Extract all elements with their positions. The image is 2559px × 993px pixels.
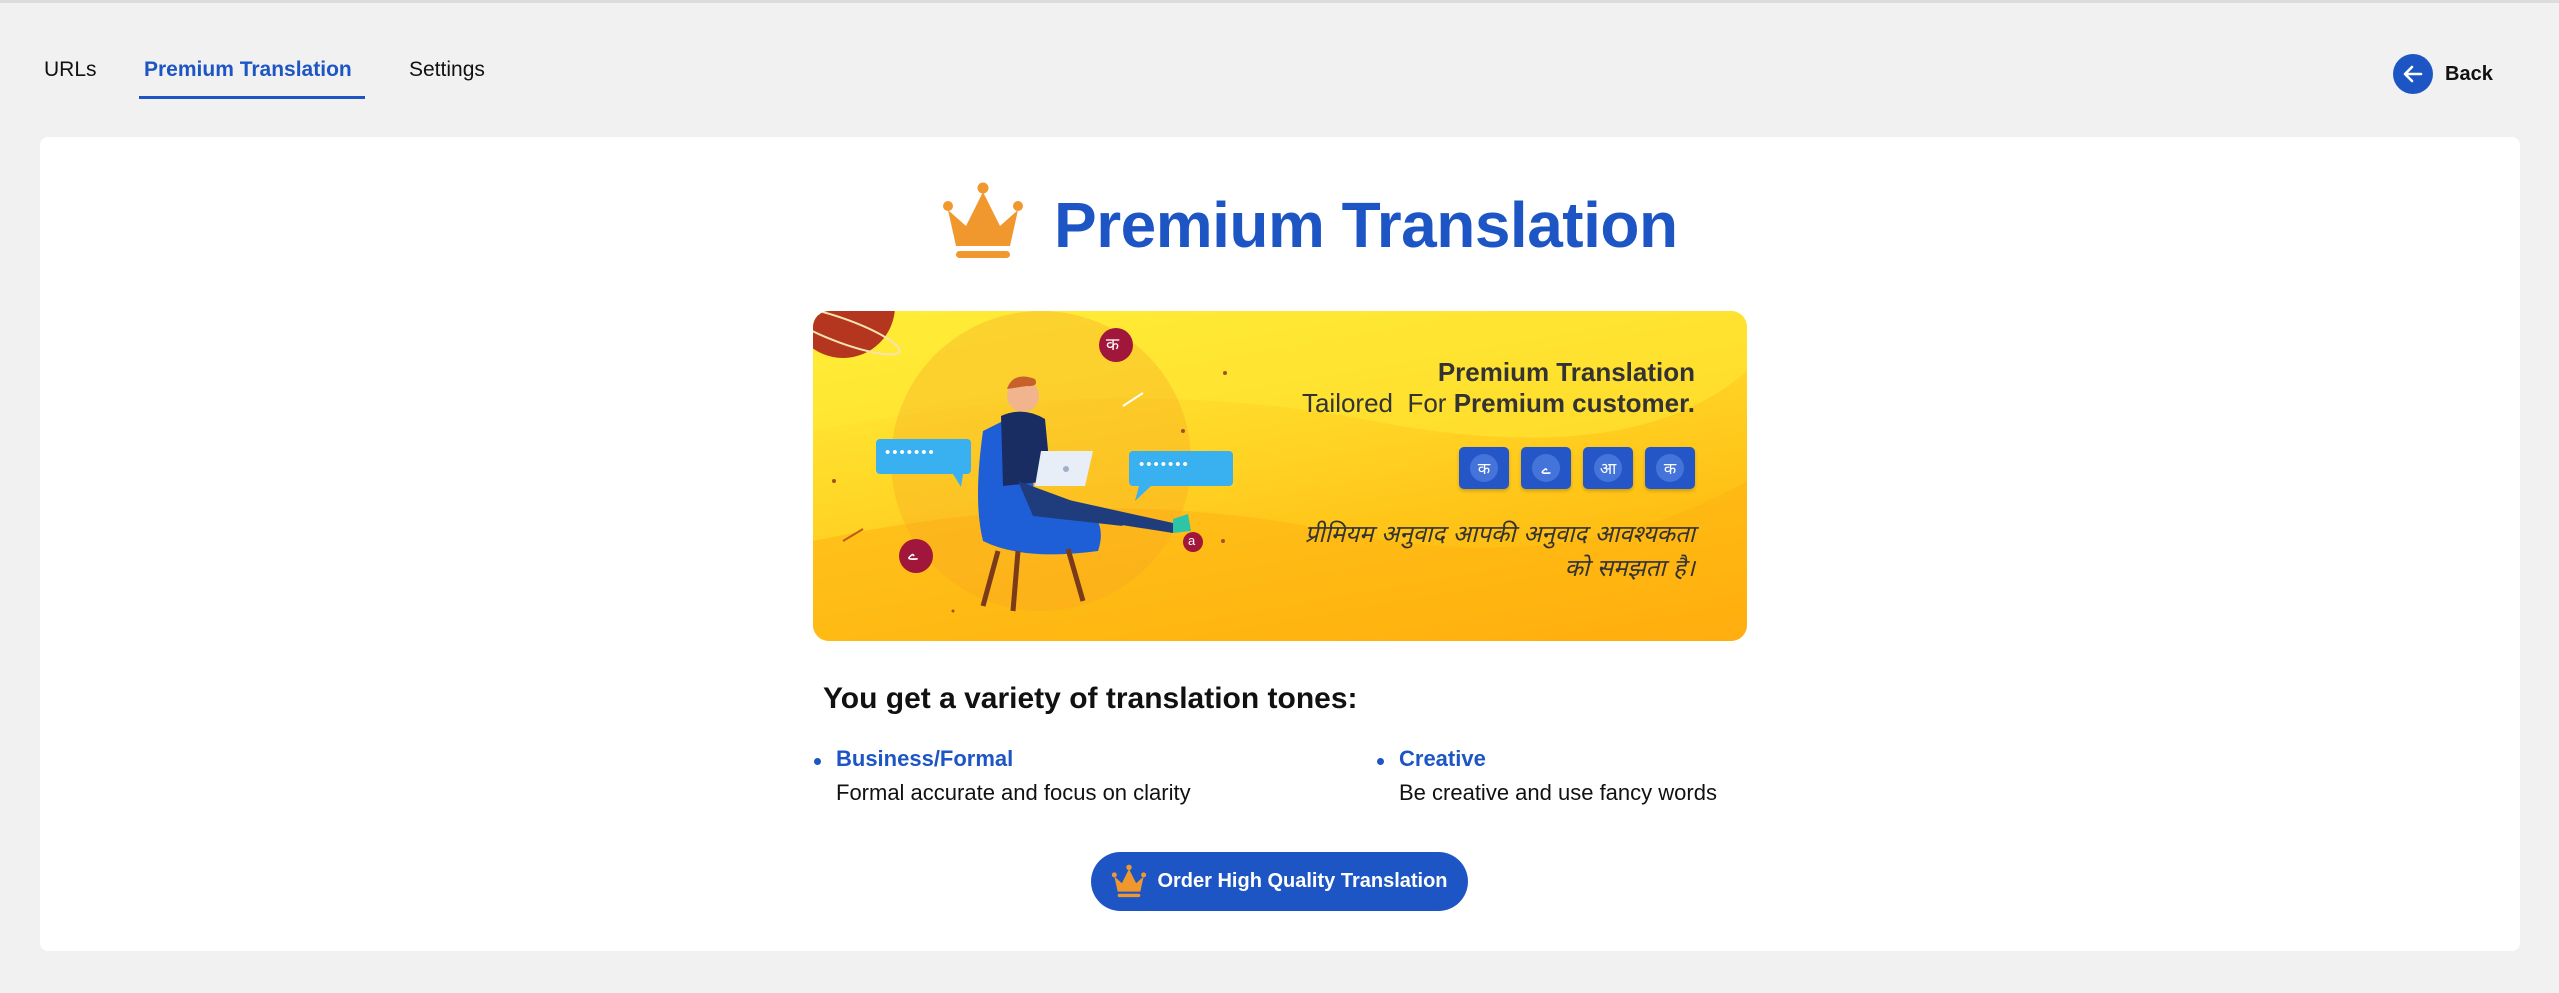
- orb-left-glyph: ے: [908, 545, 918, 565]
- chip-glyph: आ: [1594, 454, 1622, 482]
- language-chips: क ے आ क: [1459, 447, 1695, 489]
- back-button[interactable]: Back: [2393, 54, 2493, 94]
- back-label: Back: [2445, 62, 2493, 85]
- bullet: [814, 758, 821, 765]
- banner-heading: Premium Translation: [1437, 357, 1695, 387]
- tones-heading: You get a variety of translation tones:: [823, 682, 1358, 715]
- tab-urls[interactable]: URLs: [44, 58, 97, 82]
- window-top-border: [0, 0, 2559, 3]
- tab-premium-translation[interactable]: Premium Translation: [144, 58, 352, 82]
- feature-description: Be creative and use fancy words: [1399, 780, 1717, 805]
- crown-icon: [943, 182, 1023, 258]
- chip-glyph: ے: [1532, 454, 1560, 482]
- page-header: Premium Translation: [940, 180, 1678, 270]
- bubble-right-dots: •••••••: [1139, 456, 1190, 473]
- banner-tagline-bold: Premium customer.: [1453, 388, 1695, 418]
- chip-glyph: क: [1470, 454, 1498, 482]
- order-translation-button[interactable]: Order High Quality Translation: [1091, 852, 1468, 911]
- language-chip: क: [1459, 447, 1509, 489]
- banner-hindi-text: प्रीमियम अनुवाद आपकी अनुवाद आवश्यकता को …: [1304, 520, 1695, 582]
- banner-tagline: Tailored For Premium customer.: [1302, 388, 1695, 419]
- active-tab-indicator: [139, 96, 365, 99]
- premium-banner: क ے a ••••••• ••••••• Premium Translatio…: [813, 311, 1747, 641]
- language-chip: आ: [1583, 447, 1633, 489]
- crown-icon: [1112, 864, 1147, 897]
- page-title: Premium Translation: [1054, 189, 1678, 261]
- banner-tagline-prefix: Tailored For: [1301, 388, 1454, 418]
- feature-title: Business/Formal: [836, 746, 1014, 771]
- feature-title: Creative: [1399, 746, 1486, 771]
- chip-glyph: क: [1656, 454, 1684, 482]
- orb-top-glyph: क: [1106, 335, 1120, 355]
- bullet: [1377, 758, 1384, 765]
- orb-right-glyph: a: [1188, 533, 1196, 548]
- bubble-left-dots: •••••••: [885, 444, 936, 461]
- feature-description: Formal accurate and focus on clarity: [836, 780, 1191, 805]
- arrow-left-icon: [2393, 54, 2433, 94]
- tab-settings[interactable]: Settings: [409, 58, 485, 82]
- language-chip: ے: [1521, 447, 1571, 489]
- order-button-label: Order High Quality Translation: [1157, 870, 1448, 892]
- language-chip: क: [1645, 447, 1695, 489]
